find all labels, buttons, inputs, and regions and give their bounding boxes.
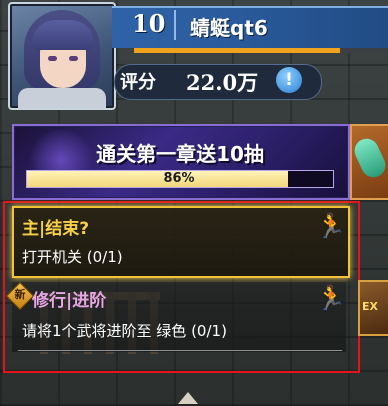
task-training-description: 请将1个武将进阶至 绿色 (0/1) [22, 322, 227, 340]
player-avatar[interactable] [8, 2, 116, 110]
score-value: 22.0万 [186, 70, 259, 95]
task-main-title: 主|结束? [22, 219, 90, 239]
info-icon[interactable]: ! [276, 67, 302, 93]
avatar-eye [69, 56, 78, 61]
task-training-title: 修行|进阶 [32, 291, 107, 311]
exp-bar-fill [134, 48, 340, 53]
avatar-eye [48, 56, 57, 61]
side-ex-label: EX [362, 300, 378, 313]
player-name[interactable]: 蜻蜓qt6 [190, 12, 268, 41]
level-separator [174, 10, 176, 40]
avatar-collar [18, 88, 106, 108]
avatar-bangs [32, 20, 94, 50]
banner-progress-text: 86% [163, 171, 195, 186]
task-main-description: 打开机关 (0/1) [22, 248, 123, 266]
score-label: 评分 [120, 72, 156, 93]
collapse-arrow-icon[interactable] [178, 392, 198, 404]
new-badge-label: 新 [14, 288, 26, 301]
running-man-icon[interactable]: 🏃 [316, 212, 346, 240]
banner-title: 通关第一章送10抽 [96, 142, 264, 166]
task-divider [18, 350, 342, 351]
player-level: 10 [132, 9, 166, 38]
running-man-icon[interactable]: 🏃 [316, 284, 346, 312]
